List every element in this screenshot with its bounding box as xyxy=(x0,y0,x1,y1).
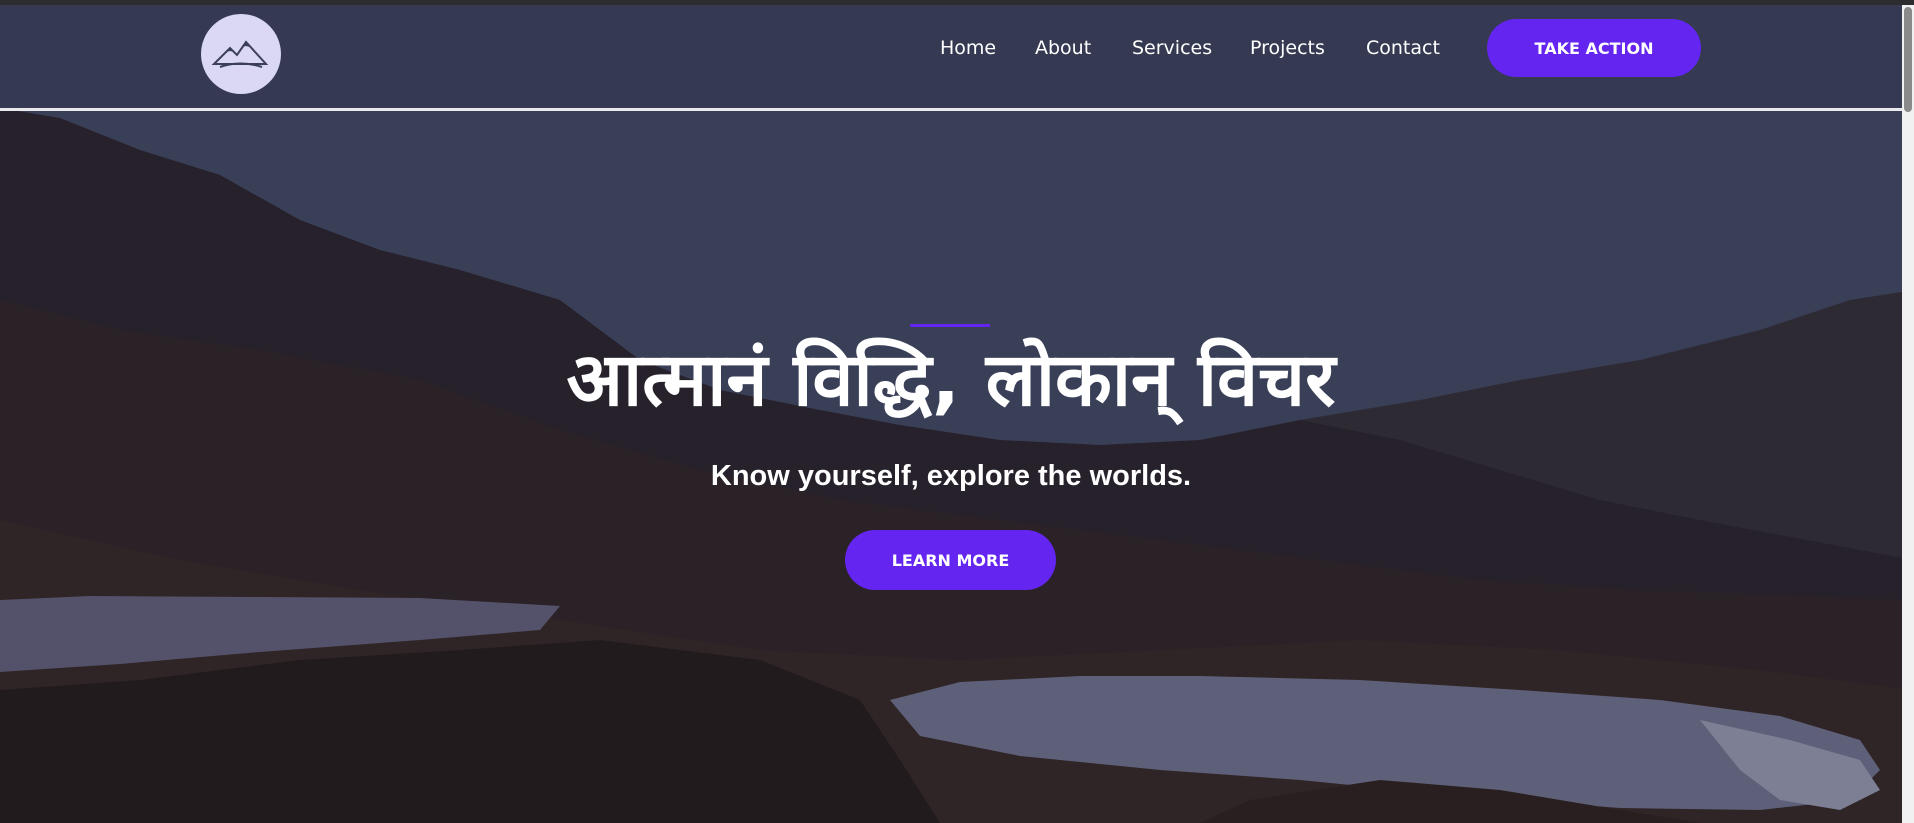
hero-subtitle: Know yourself, explore the worlds. xyxy=(710,460,1192,492)
scrollbar-thumb[interactable] xyxy=(1904,7,1912,112)
hero-title: आत्मानं विद्धि, लोकान् विचर xyxy=(566,337,1336,423)
landing-page: Home About Services Projects Contact TAK… xyxy=(0,0,1914,823)
page-scrollbar[interactable] xyxy=(1902,5,1914,823)
nav-services[interactable]: Services xyxy=(1132,37,1212,59)
header-divider xyxy=(0,108,1902,111)
take-action-button[interactable]: TAKE ACTION xyxy=(1487,19,1701,77)
site-header: Home About Services Projects Contact TAK… xyxy=(0,5,1902,110)
nav-home[interactable]: Home xyxy=(940,37,996,59)
nav-contact[interactable]: Contact xyxy=(1366,37,1440,59)
browser-top-strip xyxy=(0,0,1914,5)
title-accent-line xyxy=(910,324,990,327)
learn-more-button[interactable]: LEARN MORE xyxy=(845,530,1056,590)
nav-projects[interactable]: Projects xyxy=(1250,37,1325,59)
nav-about[interactable]: About xyxy=(1035,37,1091,59)
